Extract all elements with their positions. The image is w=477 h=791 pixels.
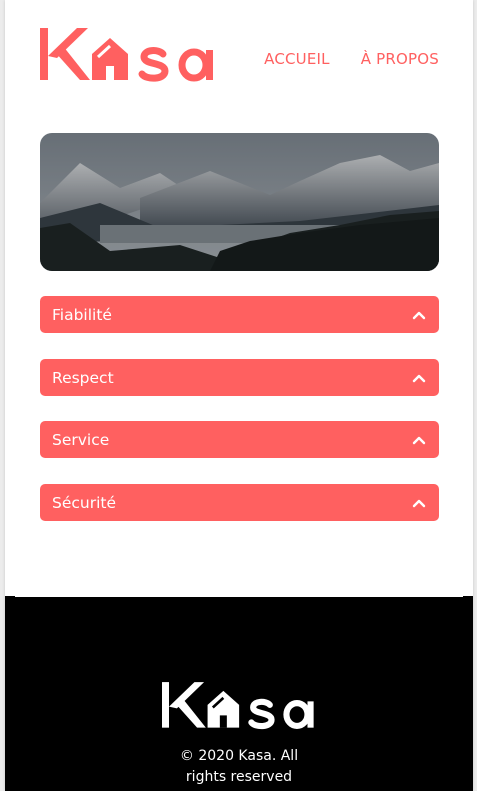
copyright-line-2: rights reserved — [185, 769, 293, 785]
chevron-up-icon[interactable] — [412, 498, 426, 508]
footer: © 2020 Kasa. All rights reserved — [5, 596, 473, 791]
main-nav: ACCUEIL À PROPOS — [264, 50, 439, 68]
chevron-up-icon[interactable] — [412, 310, 426, 320]
accordion-label: Sécurité — [52, 493, 117, 512]
logo-letter-k — [40, 28, 48, 80]
header: ACCUEIL À PROPOS — [40, 24, 439, 84]
nav-link-accueil[interactable]: ACCUEIL — [264, 50, 330, 68]
accordion-label: Respect — [52, 368, 114, 387]
accordion-securite[interactable]: Sécurité — [40, 484, 439, 521]
accordion-label: Service — [52, 430, 110, 449]
accordion-fiabilite[interactable]: Fiabilité — [40, 296, 439, 333]
copyright-text: © 2020 Kasa. All rights reserved — [5, 746, 473, 788]
chevron-up-icon[interactable] — [412, 435, 426, 445]
accordion-service[interactable]: Service — [40, 421, 439, 458]
kasa-logo[interactable] — [40, 24, 218, 82]
accordion-label: Fiabilité — [52, 305, 112, 324]
nav-link-a-propos[interactable]: À PROPOS — [361, 50, 439, 68]
footer-divider — [15, 596, 463, 597]
copyright-line-1: © 2020 Kasa. All — [179, 748, 299, 764]
kasa-logo-footer — [162, 682, 314, 730]
banner-image — [40, 133, 439, 271]
accordion-respect[interactable]: Respect — [40, 359, 439, 396]
chevron-up-icon[interactable] — [412, 373, 426, 383]
page: ACCUEIL À PROPOS Fiabilité Respect Servi… — [5, 0, 473, 791]
